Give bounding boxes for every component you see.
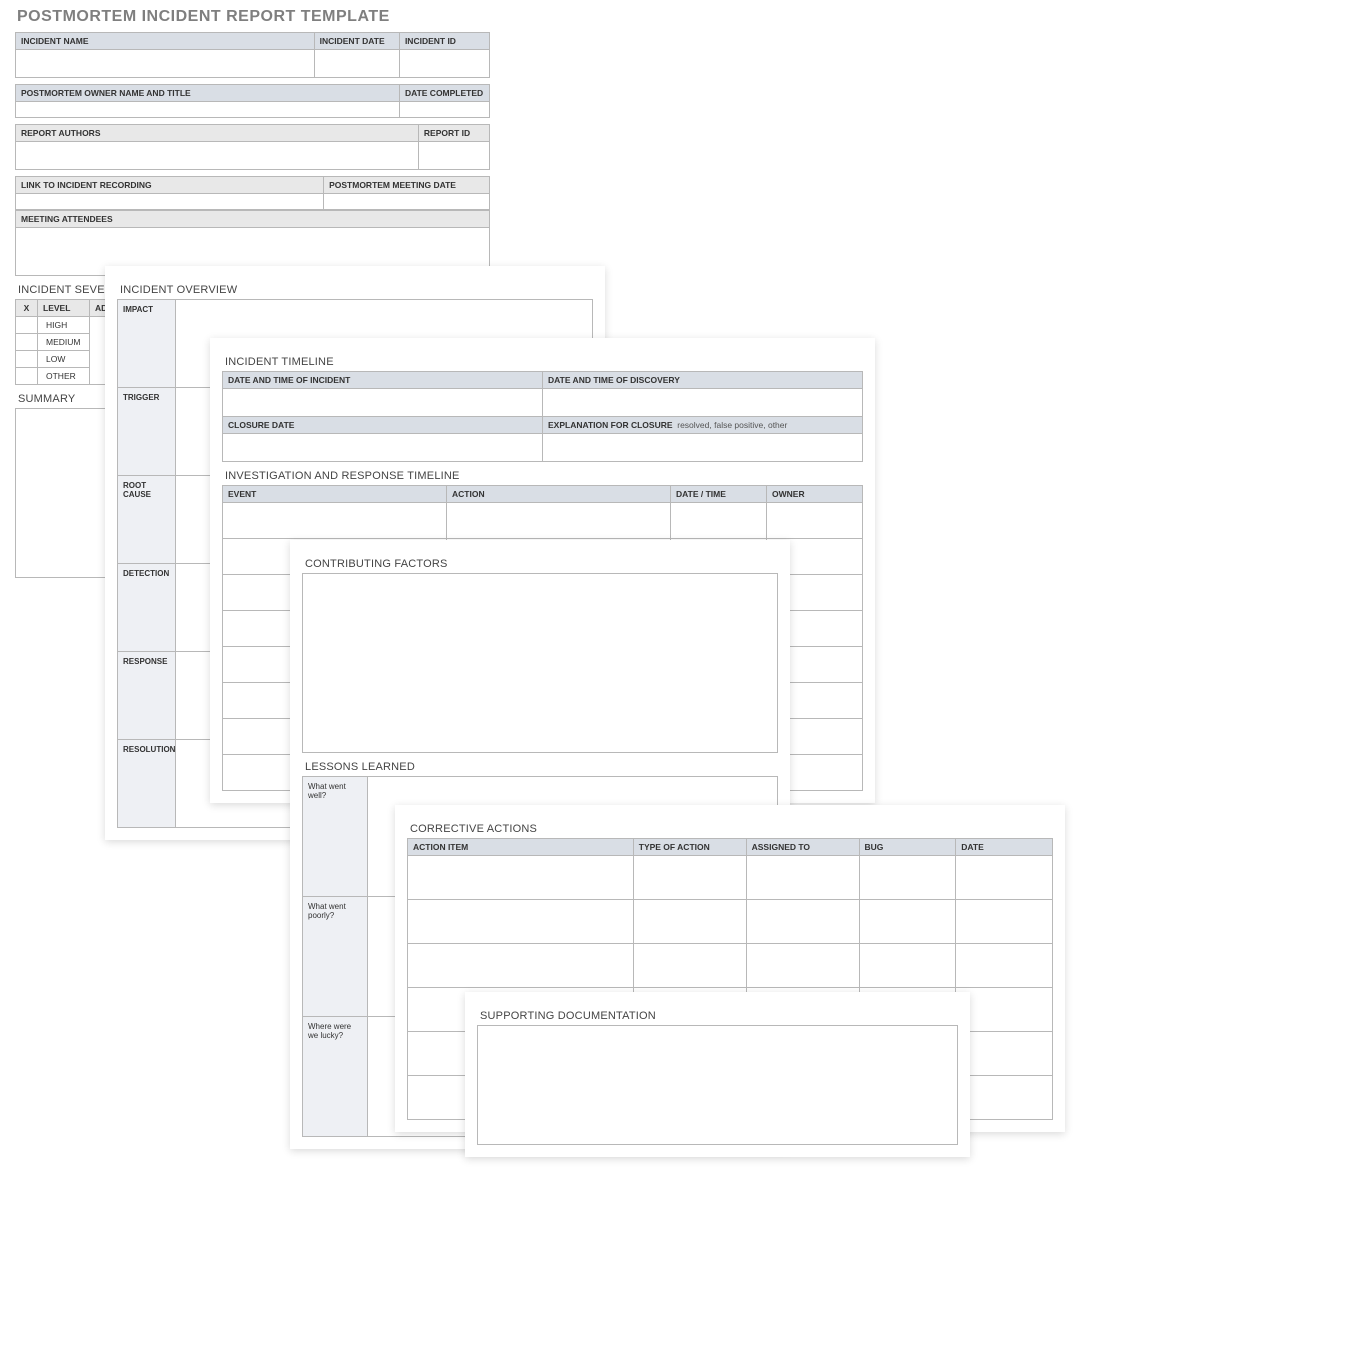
incident-id-field[interactable] <box>399 50 489 78</box>
contributing-title: CONTRIBUTING FACTORS <box>305 558 778 570</box>
ca-row[interactable] <box>633 944 746 988</box>
sev-medium: MEDIUM <box>38 334 90 351</box>
inv-row[interactable] <box>767 503 863 539</box>
ca-row[interactable] <box>956 856 1053 900</box>
h-report-authors: REPORT AUTHORS <box>16 125 419 142</box>
meeting-date-field[interactable] <box>324 194 490 210</box>
closure-exp-field[interactable] <box>543 434 863 462</box>
report-id-field[interactable] <box>418 142 489 170</box>
sev-other: OTHER <box>38 368 90 385</box>
corrective-title: CORRECTIVE ACTIONS <box>410 823 1053 835</box>
ca-row[interactable] <box>633 900 746 944</box>
ca-row[interactable] <box>956 1032 1053 1076</box>
supporting-field[interactable] <box>477 1025 958 1145</box>
ca-row[interactable] <box>746 900 859 944</box>
h-inv-event: EVENT <box>223 486 447 503</box>
h-incident-date: INCIDENT DATE <box>314 33 399 50</box>
h-link-recording: LINK TO INCIDENT RECORDING <box>16 177 324 194</box>
h-closure-exp: EXPLANATION FOR CLOSURE resolved, false … <box>543 417 863 434</box>
ca-row[interactable] <box>956 900 1053 944</box>
ov-detection: DETECTION <box>118 564 176 652</box>
dt-incident-field[interactable] <box>223 389 543 417</box>
supporting-title: SUPPORTING DOCUMENTATION <box>480 1010 958 1022</box>
ca-row[interactable] <box>633 856 746 900</box>
date-completed-field[interactable] <box>399 102 489 118</box>
ca-row[interactable] <box>746 944 859 988</box>
timeline-title: INCIDENT TIMELINE <box>225 356 863 368</box>
contributing-field[interactable] <box>302 573 778 753</box>
h-report-id: REPORT ID <box>418 125 489 142</box>
investigation-title: INVESTIGATION AND RESPONSE TIMELINE <box>225 470 863 482</box>
sev-x-low[interactable] <box>16 351 38 368</box>
sev-x-medium[interactable] <box>16 334 38 351</box>
header-table-2: POSTMORTEM OWNER NAME AND TITLE DATE COM… <box>15 84 490 118</box>
h-ca-item: ACTION ITEM <box>408 839 634 856</box>
header-table-1: INCIDENT NAME INCIDENT DATE INCIDENT ID <box>15 32 490 78</box>
link-recording-field[interactable] <box>16 194 324 210</box>
h-sev-x: X <box>16 300 38 317</box>
ca-row[interactable] <box>408 856 634 900</box>
h-ca-bug: BUG <box>859 839 956 856</box>
ca-row[interactable] <box>859 900 956 944</box>
report-authors-field[interactable] <box>16 142 419 170</box>
owner-field[interactable] <box>16 102 400 118</box>
h-ca-date: DATE <box>956 839 1053 856</box>
ca-row[interactable] <box>746 856 859 900</box>
ca-row[interactable] <box>956 1076 1053 1120</box>
sev-x-high[interactable] <box>16 317 38 334</box>
h-meeting-date: POSTMORTEM MEETING DATE <box>324 177 490 194</box>
incident-name-field[interactable] <box>16 50 315 78</box>
inv-row[interactable] <box>223 503 447 539</box>
ov-impact: IMPACT <box>118 300 176 388</box>
h-sev-level: LEVEL <box>38 300 90 317</box>
ov-resolution: RESOLUTION <box>118 740 176 828</box>
ov-response: RESPONSE <box>118 652 176 740</box>
inv-row[interactable] <box>447 503 671 539</box>
h-owner: POSTMORTEM OWNER NAME AND TITLE <box>16 85 400 102</box>
sev-high: HIGH <box>38 317 90 334</box>
h-inv-dt: DATE / TIME <box>671 486 767 503</box>
lessons-title: LESSONS LEARNED <box>305 761 778 773</box>
dt-discovery-field[interactable] <box>543 389 863 417</box>
h-incident-name: INCIDENT NAME <box>16 33 315 50</box>
h-closure: CLOSURE DATE <box>223 417 543 434</box>
inv-row[interactable] <box>671 503 767 539</box>
closure-field[interactable] <box>223 434 543 462</box>
ca-row[interactable] <box>408 900 634 944</box>
sev-low: LOW <box>38 351 90 368</box>
ca-row[interactable] <box>859 856 956 900</box>
h-inv-action: ACTION <box>447 486 671 503</box>
header-table-4: LINK TO INCIDENT RECORDING POSTMORTEM ME… <box>15 176 490 210</box>
h-ca-type: TYPE OF ACTION <box>633 839 746 856</box>
timeline-table: DATE AND TIME OF INCIDENT DATE AND TIME … <box>222 371 863 462</box>
ca-row[interactable] <box>859 944 956 988</box>
ca-row[interactable] <box>408 944 634 988</box>
ov-root: ROOT CAUSE <box>118 476 176 564</box>
ca-row[interactable] <box>956 944 1053 988</box>
h-dt-discovery: DATE AND TIME OF DISCOVERY <box>543 372 863 389</box>
ll-lucky: Where were we lucky? <box>303 1017 368 1137</box>
overview-title: INCIDENT OVERVIEW <box>120 284 593 296</box>
h-incident-id: INCIDENT ID <box>399 33 489 50</box>
ll-poor: What went poorly? <box>303 897 368 1017</box>
sev-x-other[interactable] <box>16 368 38 385</box>
report-title: POSTMORTEM INCIDENT REPORT TEMPLATE <box>15 8 490 26</box>
h-ca-assigned: ASSIGNED TO <box>746 839 859 856</box>
h-date-completed: DATE COMPLETED <box>399 85 489 102</box>
ov-trigger: TRIGGER <box>118 388 176 476</box>
header-table-3: REPORT AUTHORS REPORT ID <box>15 124 490 170</box>
h-dt-incident: DATE AND TIME OF INCIDENT <box>223 372 543 389</box>
ll-well: What went well? <box>303 777 368 897</box>
incident-date-field[interactable] <box>314 50 399 78</box>
h-inv-owner: OWNER <box>767 486 863 503</box>
ca-row[interactable] <box>956 988 1053 1032</box>
page-6: SUPPORTING DOCUMENTATION <box>465 992 970 1157</box>
severity-table: X LEVEL ADD HIGH MEDIUM LOW OTHER <box>15 299 110 385</box>
h-attendees: MEETING ATTENDEES <box>16 211 490 228</box>
